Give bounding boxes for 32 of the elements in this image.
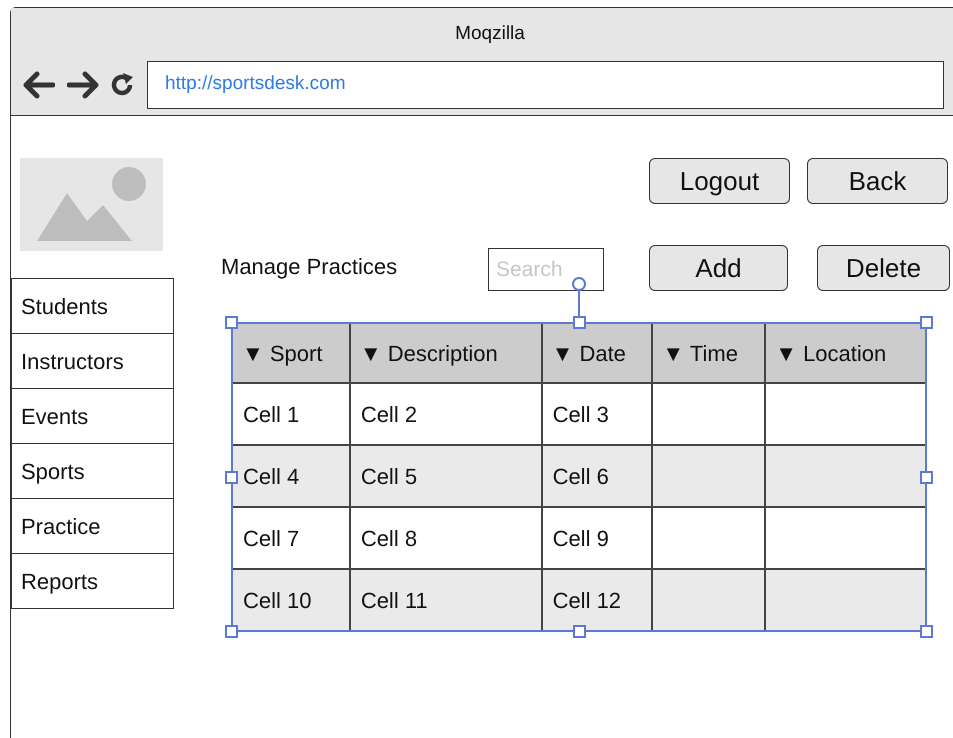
column-header[interactable]: ▼ Sport — [232, 323, 350, 383]
image-icon — [36, 166, 146, 242]
reload-icon[interactable] — [109, 72, 135, 98]
column-header[interactable]: ▼ Time — [652, 323, 766, 383]
sidebar-item[interactable]: Reports — [11, 553, 174, 609]
back-icon[interactable] — [23, 70, 55, 98]
column-header[interactable]: ▼ Description — [350, 323, 542, 383]
resize-handle[interactable] — [573, 625, 586, 638]
resize-handle[interactable] — [225, 316, 238, 329]
sidebar-item[interactable]: Instructors — [11, 333, 174, 389]
resize-handle[interactable] — [225, 471, 238, 484]
sidebar-item[interactable]: Sports — [11, 443, 174, 499]
button[interactable]: Logout — [649, 158, 790, 204]
column-header[interactable]: ▼ Date — [542, 323, 652, 383]
rotate-handle[interactable] — [572, 277, 586, 316]
button[interactable]: Add — [649, 245, 788, 291]
resize-handle[interactable] — [225, 625, 238, 638]
sidebar-item[interactable]: Practice — [11, 498, 174, 554]
page-heading: Manage Practices — [221, 253, 398, 281]
resize-handle[interactable] — [920, 471, 933, 484]
resize-handle[interactable] — [573, 316, 586, 329]
window-title: Moqzilla — [455, 22, 525, 46]
button[interactable]: Back — [807, 158, 948, 204]
button[interactable]: Delete — [817, 245, 950, 291]
forward-icon[interactable] — [67, 70, 99, 98]
address-field[interactable]: http://sportsdesk.com — [147, 60, 944, 108]
resize-handle[interactable] — [920, 625, 933, 638]
column-header[interactable]: ▼ Location — [765, 323, 926, 383]
sidebar-item[interactable]: Students — [11, 278, 174, 334]
sidebar-item[interactable]: Events — [11, 388, 174, 444]
resize-handle[interactable] — [920, 316, 933, 329]
search-field[interactable]: Search — [488, 248, 604, 291]
